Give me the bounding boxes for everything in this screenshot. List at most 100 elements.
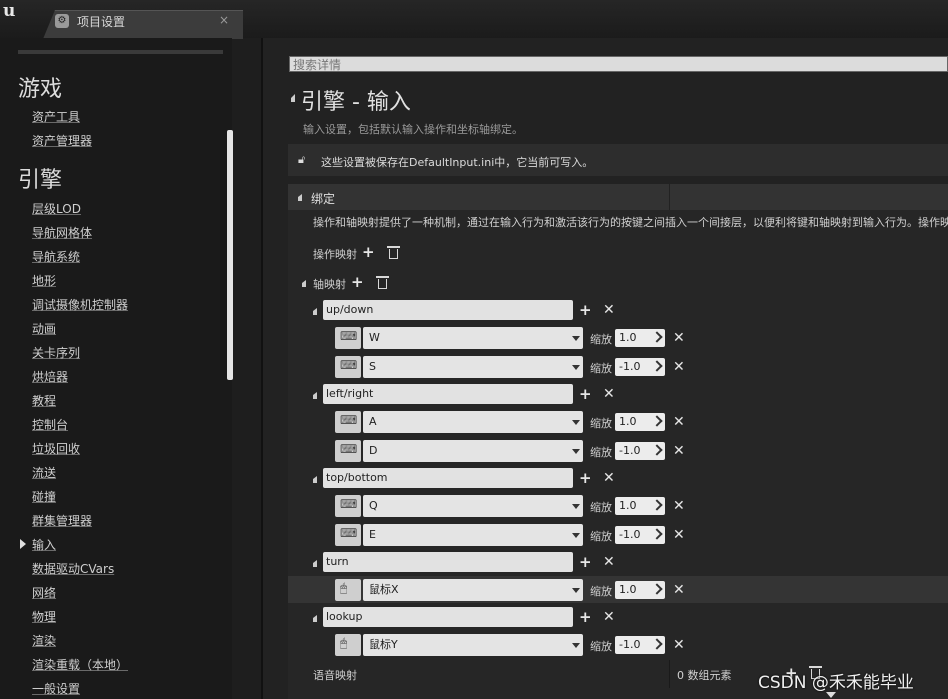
remove-key-button[interactable]: ✕ [673,360,685,374]
scale-field[interactable]: 1.0 [615,413,665,431]
remove-key-button[interactable]: ✕ [673,499,685,513]
axis-name-field[interactable]: left/right [323,384,573,404]
dropdown-arrow-icon [572,449,580,454]
collapse-arrow-icon[interactable] [313,308,317,315]
scale-value: -1.0 [619,528,641,541]
sidebar-item[interactable]: 调试摄像机控制器 [32,296,128,313]
key-dropdown[interactable]: A [363,411,583,433]
sidebar-item[interactable]: 资产工具 [32,108,80,125]
key-selector-button[interactable]: ⌨ [335,411,361,433]
collapse-arrow-icon[interactable] [302,280,306,287]
collapse-arrow-icon[interactable] [291,94,295,102]
sidebar-item[interactable]: 控制台 [32,416,68,433]
page-title: 引擎 - 输入 [301,90,411,115]
remove-axis-button[interactable]: ✕ [603,471,615,485]
key-dropdown[interactable]: 鼠标Y [363,634,583,656]
axis-name-field[interactable]: turn [323,552,573,572]
remove-axis-button[interactable]: ✕ [603,555,615,569]
collapse-arrow-icon[interactable] [313,476,317,483]
scale-field[interactable]: -1.0 [615,358,665,376]
sidebar-item[interactable]: 一般设置 [32,680,80,697]
scale-field[interactable]: 1.0 [615,329,665,347]
key-selector-button[interactable]: ⌨ [335,524,361,546]
key-value: 鼠标X [369,583,399,596]
settings-icon: ⚙ [55,14,69,28]
axis-name-field[interactable]: up/down [323,300,573,320]
add-key-button[interactable]: + [579,471,592,486]
sidebar-item[interactable]: 物理 [32,608,56,625]
axis-name-field[interactable]: lookup [323,607,573,627]
close-tab-button[interactable]: × [219,13,229,27]
sidebar-item[interactable]: 导航网格体 [32,224,92,241]
scale-label: 缩放 [590,333,612,346]
sidebar-item[interactable]: 烘焙器 [32,368,68,385]
scale-field[interactable]: -1.0 [615,526,665,544]
add-key-button[interactable]: + [579,555,592,570]
sidebar-scrollbar[interactable] [227,130,233,380]
scale-field[interactable]: 1.0 [615,497,665,515]
sidebar-item[interactable]: 网络 [32,584,56,601]
sidebar-item[interactable]: 数据驱动CVars [32,560,114,577]
sidebar-item[interactable]: 资产管理器 [32,132,92,149]
sidebar-item[interactable]: 关卡序列 [32,344,80,361]
add-key-button[interactable]: + [579,610,592,625]
sidebar-item[interactable]: 碰撞 [32,488,56,505]
sidebar-item[interactable]: 渲染 [32,632,56,649]
key-selector-button[interactable]: ⌨ [335,356,361,378]
collapse-arrow-icon[interactable] [313,560,317,567]
scale-field[interactable]: 1.0 [615,581,665,599]
remove-axis-button[interactable]: ✕ [603,610,615,624]
remove-key-button[interactable]: ✕ [673,331,685,345]
sidebar-item[interactable]: 群集管理器 [32,512,92,529]
add-key-button[interactable]: + [579,387,592,402]
remove-axis-button[interactable]: ✕ [603,387,615,401]
key-dropdown[interactable]: D [363,440,583,462]
key-dropdown[interactable]: S [363,356,583,378]
axis-name-field[interactable]: top/bottom [323,468,573,488]
tab-project-settings[interactable] [43,10,243,39]
bindings-section-header[interactable] [288,184,948,210]
remove-key-button[interactable]: ✕ [673,583,685,597]
collapse-arrow-icon[interactable] [313,392,317,399]
sidebar-item[interactable]: 动画 [32,320,56,337]
key-dropdown[interactable]: W [363,327,583,349]
keyboard-icon: ⌨ [340,526,358,540]
trash-icon[interactable] [387,246,400,259]
sidebar-item-input[interactable]: 输入 [32,536,56,553]
scale-field[interactable]: -1.0 [615,442,665,460]
remove-axis-button[interactable]: ✕ [603,303,615,317]
remove-key-button[interactable]: ✕ [673,528,685,542]
add-action-mapping-button[interactable]: + [362,245,375,260]
remove-key-button[interactable]: ✕ [673,444,685,458]
key-selector-button[interactable]: 🖱︎ [335,579,361,601]
key-selector-button[interactable]: ⌨ [335,495,361,517]
key-selector-button[interactable]: ⌨ [335,440,361,462]
sidebar-item[interactable]: 地形 [32,272,56,289]
dropdown-arrow-icon [572,336,580,341]
key-selector-button[interactable]: ⌨ [335,327,361,349]
scale-field[interactable]: -1.0 [615,636,665,654]
key-selector-button[interactable]: 🖱︎ [335,634,361,656]
sidebar-item[interactable]: 垃圾回收 [32,440,80,457]
collapse-arrow-icon[interactable] [313,615,317,622]
key-value: W [369,331,380,344]
add-key-button[interactable]: + [579,303,592,318]
remove-key-button[interactable]: ✕ [673,638,685,652]
trash-icon[interactable] [376,276,389,289]
remove-key-button[interactable]: ✕ [673,415,685,429]
collapse-arrow-icon[interactable] [298,194,302,201]
axis-mappings-label: 轴映射 [313,278,346,291]
sidebar-item[interactable]: 流送 [32,464,56,481]
sidebar-item[interactable]: 层级LOD [32,200,81,217]
search-input[interactable]: 搜索详情 [289,56,948,72]
key-value: A [369,415,377,428]
key-dropdown[interactable]: E [363,524,583,546]
sidebar-item[interactable]: 渲染重载（本地） [32,656,128,673]
sidebar-item[interactable]: 导航系统 [32,248,80,265]
info-text: 这些设置被保存在DefaultInput.ini中，它当前可写入。 [321,156,594,169]
add-axis-mapping-button[interactable]: + [351,275,364,290]
key-dropdown[interactable]: Q [363,495,583,517]
key-dropdown[interactable]: 鼠标X [363,579,583,601]
action-mappings-label: 操作映射 [313,248,357,261]
sidebar-item[interactable]: 教程 [32,392,56,409]
